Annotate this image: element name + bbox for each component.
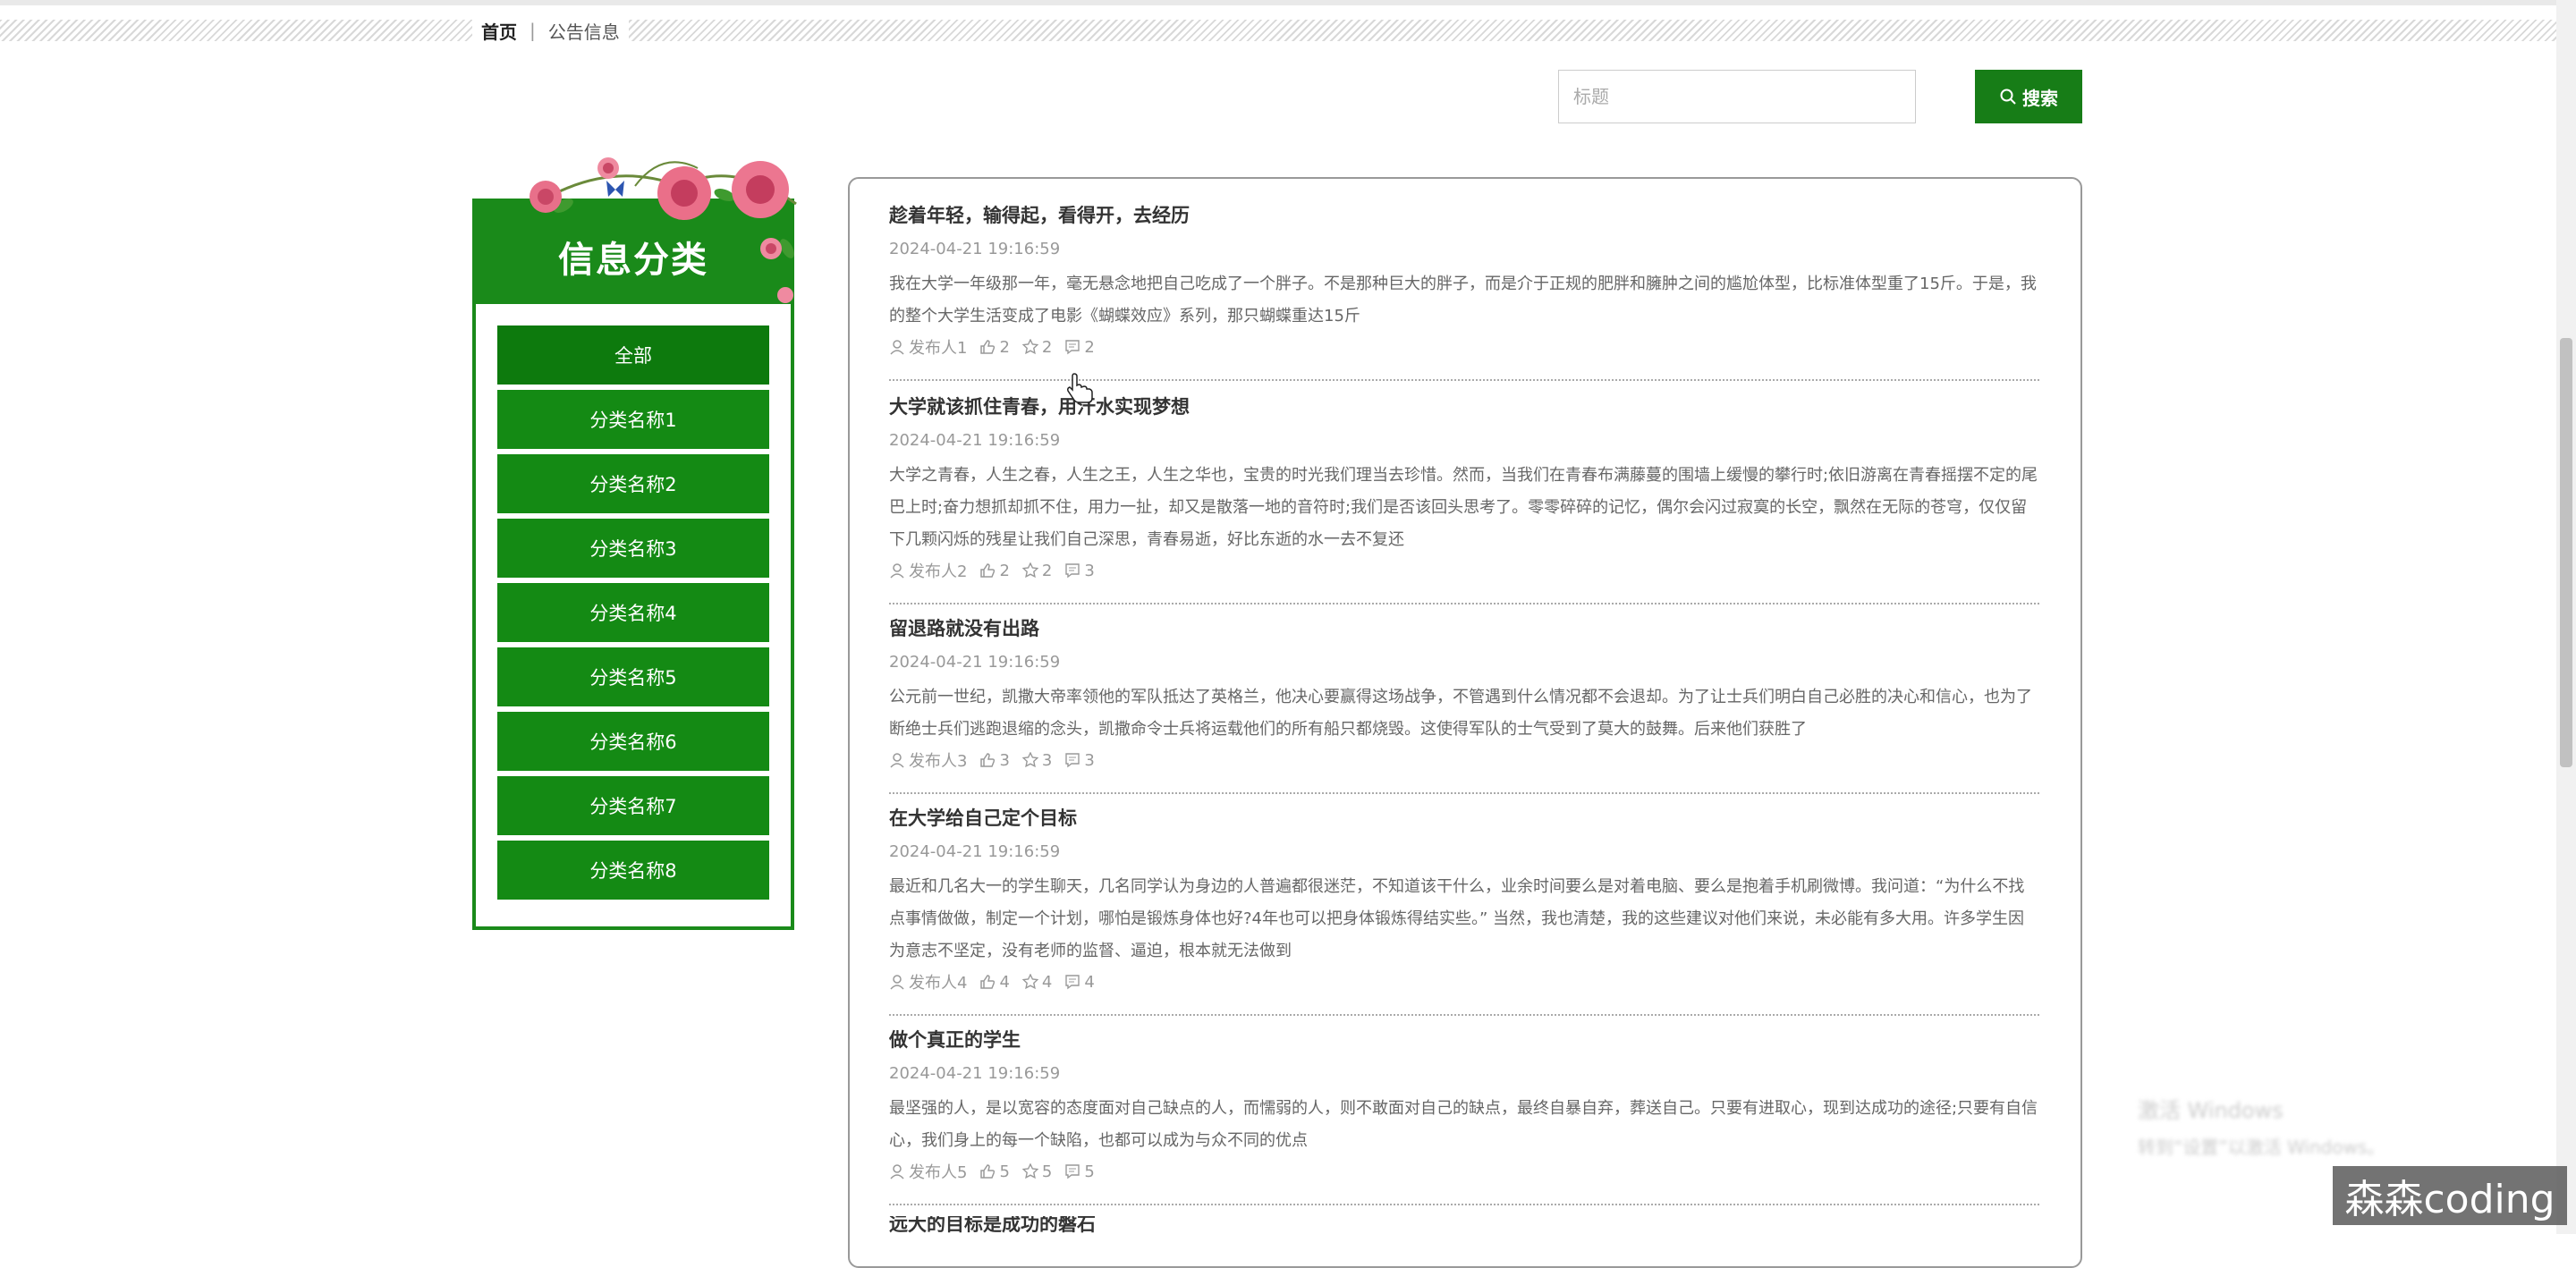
article-likes: 3 — [999, 750, 1010, 770]
breadcrumb-home[interactable]: 首页 — [481, 18, 517, 44]
article-collects: 4 — [1041, 972, 1053, 992]
article-comments: 5 — [1084, 1162, 1095, 1181]
article-author: 发布人1 — [909, 339, 968, 358]
thumbs-up-icon — [980, 1164, 996, 1179]
category-item-5[interactable]: 分类名称5 — [497, 647, 769, 706]
article-title[interactable]: 大学就该抓住青春，用汗水实现梦想 — [889, 392, 2039, 422]
breadcrumb: 首页 | 公告信息 — [472, 13, 629, 48]
article-desc: 最坚强的人，是以宽容的态度面对自己缺点的人，而懦弱的人，则不敢面对自己的缺点，最… — [889, 1099, 2038, 1150]
search-button[interactable]: 搜索 — [1975, 70, 2082, 123]
article-title[interactable]: 留退路就没有出路 — [889, 613, 2039, 644]
page-scrollbar-thumb[interactable] — [2560, 338, 2572, 767]
comment-icon — [1065, 753, 1080, 768]
category-item-1[interactable]: 分类名称1 — [497, 390, 769, 449]
star-icon — [1021, 974, 1038, 990]
thumbs-up-icon — [980, 563, 996, 578]
category-list: 全部 分类名称1 分类名称2 分类名称3 分类名称4 分类名称5 分类名称6 分… — [497, 325, 769, 905]
article-desc: 公元前一世纪，凯撒大帝率领他的军队抵达了英格兰，他决心要赢得这场战争，不管遇到什… — [889, 688, 2032, 739]
rose-decoration-icon — [530, 157, 797, 303]
user-icon — [890, 975, 904, 990]
category-item-all[interactable]: 全部 — [497, 325, 769, 385]
article-date: 2024-04-21 19:16:59 — [889, 1064, 1061, 1083]
article-likes: 5 — [999, 1162, 1010, 1181]
user-icon — [890, 340, 904, 355]
article-meta: 发布人1 2 2 2 — [889, 333, 2039, 361]
article-comments: 2 — [1084, 337, 1095, 357]
star-icon — [1021, 562, 1038, 579]
category-item-4[interactable]: 分类名称4 — [497, 583, 769, 642]
list-item[interactable]: 做个真正的学生 2024-04-21 19:16:59 最坚强的人，是以宽容的态… — [889, 1025, 2039, 1205]
thumbs-up-icon — [980, 340, 996, 354]
article-collects: 5 — [1041, 1162, 1053, 1181]
article-author: 发布人2 — [909, 562, 968, 581]
search-input[interactable] — [1558, 70, 1916, 123]
activation-line-2: 转到“设置”以激活 Windows。 — [2138, 1137, 2385, 1158]
breadcrumb-bar — [0, 20, 2560, 41]
article-date: 2024-04-21 19:16:59 — [889, 653, 1061, 672]
article-desc: 最近和几名大一的学生聊天，几名同学认为身边的人普遍都很迷茫，不知道该干什么，业余… — [889, 877, 2025, 960]
article-date: 2024-04-21 19:16:59 — [889, 431, 1061, 450]
article-date: 2024-04-21 19:16:59 — [889, 240, 1061, 258]
article-title[interactable]: 趁着年轻，输得起，看得开，去经历 — [889, 200, 2039, 231]
category-item-7[interactable]: 分类名称7 — [497, 776, 769, 835]
thumbs-up-icon — [980, 753, 996, 767]
watermark: 森森coding — [2333, 1166, 2567, 1225]
comment-icon — [1065, 563, 1080, 579]
category-item-2[interactable]: 分类名称2 — [497, 454, 769, 513]
article-title[interactable]: 在大学给自己定个目标 — [889, 803, 2039, 833]
article-meta: 发布人3 3 3 3 — [889, 746, 2039, 774]
star-icon — [1021, 1163, 1038, 1179]
search-button-label: 搜索 — [2022, 87, 2058, 109]
list-item[interactable]: 趁着年轻，输得起，看得开，去经历 2024-04-21 19:16:59 我在大… — [889, 200, 2039, 381]
article-author: 发布人5 — [909, 1163, 968, 1182]
article-meta: 发布人5 5 5 5 — [889, 1157, 2039, 1186]
thumbs-up-icon — [980, 975, 996, 989]
article-collects: 3 — [1041, 750, 1053, 770]
article-title[interactable]: 做个真正的学生 — [889, 1025, 2039, 1055]
breadcrumb-separator: | — [530, 20, 536, 41]
article-author: 发布人4 — [909, 974, 968, 993]
article-desc: 大学之青春，人生之春，人生之王，人生之华也，宝贵的时光我们理当去珍惜。然而，当我… — [889, 466, 2038, 549]
article-date: 2024-04-21 19:16:59 — [889, 842, 1061, 861]
user-icon — [890, 563, 904, 579]
article-likes: 4 — [999, 972, 1010, 992]
article-comments: 3 — [1084, 750, 1095, 770]
article-collects: 2 — [1041, 337, 1053, 357]
list-item[interactable]: 留退路就没有出路 2024-04-21 19:16:59 公元前一世纪，凯撒大帝… — [889, 613, 2039, 794]
article-author: 发布人3 — [909, 752, 968, 771]
category-item-6[interactable]: 分类名称6 — [497, 712, 769, 771]
article-comments: 4 — [1084, 972, 1095, 992]
star-icon — [1021, 752, 1038, 768]
user-icon — [890, 753, 904, 768]
article-likes: 2 — [999, 561, 1010, 580]
article-likes: 2 — [999, 337, 1010, 357]
article-desc: 我在大学一年级那一年，毫无悬念地把自己吃成了一个胖子。不是那种巨大的胖子，而是介… — [889, 275, 2037, 325]
list-item[interactable]: 远大的目标是成功的磐石 — [889, 1216, 2039, 1234]
article-meta: 发布人2 2 2 3 — [889, 556, 2039, 585]
star-icon — [1021, 339, 1038, 355]
category-item-3[interactable]: 分类名称3 — [497, 519, 769, 578]
user-icon — [890, 1164, 904, 1179]
list-item[interactable]: 大学就该抓住青春，用汗水实现梦想 2024-04-21 19:16:59 大学之… — [889, 392, 2039, 604]
activation-line-1: 激活 Windows — [2138, 1098, 2284, 1123]
top-border — [0, 0, 2576, 5]
comment-icon — [1065, 975, 1080, 990]
article-title[interactable]: 远大的目标是成功的磐石 — [889, 1216, 2039, 1234]
article-collects: 2 — [1041, 561, 1053, 580]
article-comments: 3 — [1084, 561, 1095, 580]
article-meta: 发布人4 4 4 4 — [889, 968, 2039, 996]
comment-icon — [1065, 340, 1080, 355]
list-item[interactable]: 在大学给自己定个目标 2024-04-21 19:16:59 最近和几名大一的学… — [889, 803, 2039, 1016]
hand-cursor-icon — [1067, 373, 1093, 403]
breadcrumb-current[interactable]: 公告信息 — [548, 18, 620, 44]
comment-icon — [1065, 1164, 1080, 1179]
category-item-8[interactable]: 分类名称8 — [497, 841, 769, 900]
search-icon — [2000, 89, 2016, 105]
